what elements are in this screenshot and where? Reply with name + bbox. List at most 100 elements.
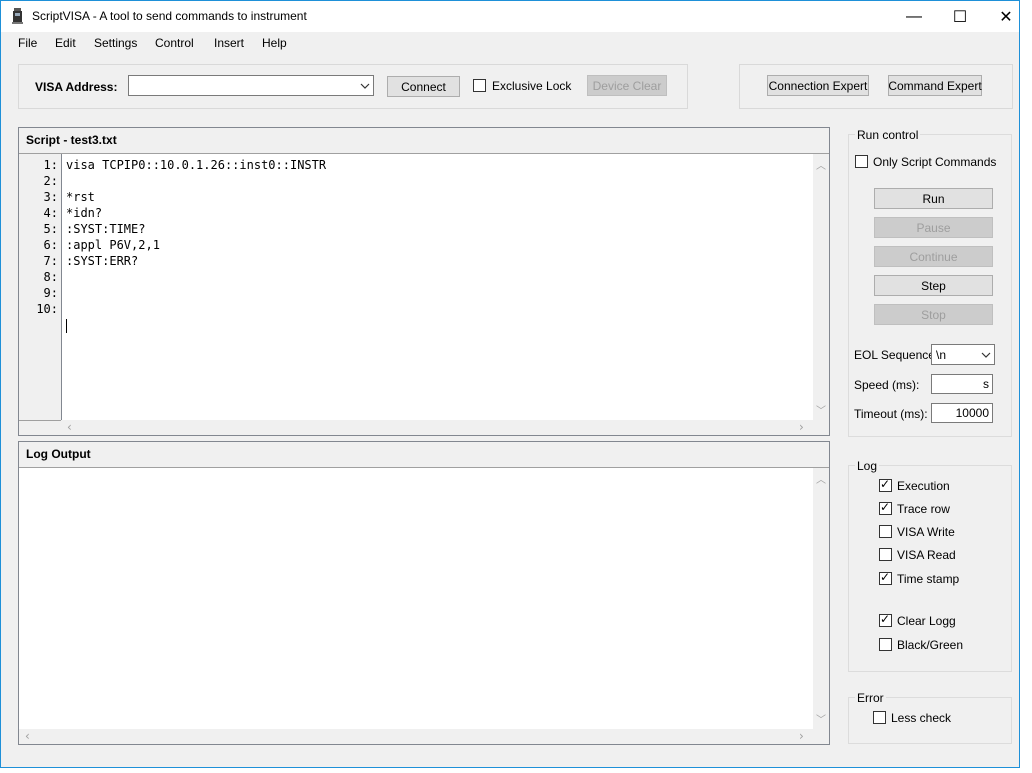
script-title: Script - test3.txt — [26, 133, 117, 147]
arrow-left-icon[interactable]: ‹ — [25, 729, 30, 743]
script-line — [66, 301, 813, 317]
line-number: 2: — [43, 174, 58, 188]
speed-input[interactable]: s — [931, 374, 993, 394]
step-button[interactable]: Step — [874, 275, 993, 296]
less-check-label: Less check — [891, 711, 952, 725]
script-horizontal-scrollbar[interactable]: ‹ › — [61, 420, 813, 435]
arrow-right-icon[interactable]: › — [799, 420, 804, 434]
app-window: ScriptVISA - A tool to send commands to … — [0, 0, 1020, 768]
eol-sequence-select[interactable]: \n — [931, 344, 995, 365]
clear-logg-label: Clear Logg — [897, 614, 956, 628]
visa-read-checkbox[interactable] — [879, 548, 892, 561]
visa-address-combo[interactable] — [128, 75, 374, 96]
time-stamp-checkbox[interactable] — [879, 570, 892, 585]
line-number: 6: — [43, 238, 58, 252]
connection-panel: VISA Address: Connect Exclusive Lock Dev… — [18, 64, 688, 109]
timeout-input[interactable]: 10000 — [931, 403, 993, 423]
arrow-down-icon[interactable]: ﹀ — [816, 402, 826, 417]
script-line — [66, 173, 813, 189]
error-group-title: Error — [855, 691, 886, 705]
less-check-checkbox[interactable] — [873, 711, 886, 724]
time-stamp-label: Time stamp — [897, 572, 960, 586]
device-clear-button[interactable]: Device Clear — [587, 75, 667, 96]
trace-row-checkbox[interactable] — [879, 500, 892, 515]
error-group: Error Less check — [848, 691, 1012, 744]
script-panel: Script - test3.txt 1: 2: 3: 4: 5: 6: 7: … — [18, 127, 830, 436]
chevron-down-icon — [360, 80, 370, 94]
arrow-down-icon[interactable]: ﹀ — [816, 711, 826, 726]
only-script-commands-label: Only Script Commands — [873, 155, 997, 169]
log-output-title: Log Output — [26, 447, 91, 461]
line-number: 9: — [43, 286, 58, 300]
run-control-group: Run control Only Script Commands Run Pau… — [848, 128, 1012, 437]
log-horizontal-scrollbar[interactable]: ‹ › — [19, 729, 813, 744]
run-button[interactable]: Run — [874, 188, 993, 209]
line-number: 10: — [36, 302, 58, 316]
visa-write-checkbox[interactable] — [879, 525, 892, 538]
line-number: 3: — [43, 190, 58, 204]
trace-row-label: Trace row — [897, 502, 950, 516]
line-number: 5: — [43, 222, 58, 236]
script-line — [66, 285, 813, 301]
script-line — [66, 317, 813, 333]
gutter-footer — [19, 420, 61, 435]
pause-button[interactable]: Pause — [874, 217, 993, 238]
command-expert-button[interactable]: Command Expert — [888, 75, 982, 96]
eol-sequence-value: \n — [936, 348, 947, 362]
script-line: :appl P6V,2,1 — [66, 238, 160, 252]
menu-insert[interactable]: Insert — [214, 36, 244, 50]
line-number: 4: — [43, 206, 58, 220]
menu-control[interactable]: Control — [155, 36, 194, 50]
clear-logg-checkbox[interactable] — [879, 612, 892, 627]
menu-edit[interactable]: Edit — [55, 36, 76, 50]
execution-label: Execution — [897, 479, 950, 493]
visa-read-label: VISA Read — [897, 548, 956, 562]
minimize-button[interactable]: — — [891, 1, 937, 32]
line-number: 8: — [43, 270, 58, 284]
instrument-icon — [12, 8, 24, 24]
arrow-up-icon[interactable]: ︿ — [816, 471, 826, 486]
exclusive-lock-label: Exclusive Lock — [492, 79, 572, 93]
stop-button[interactable]: Stop — [874, 304, 993, 325]
menu-settings[interactable]: Settings — [94, 36, 137, 50]
connection-expert-button[interactable]: Connection Expert — [767, 75, 869, 96]
black-green-checkbox[interactable] — [879, 638, 892, 651]
menu-bar: File Edit Settings Control Insert Help — [1, 32, 1019, 56]
timeout-label: Timeout (ms): — [854, 407, 928, 421]
speed-label: Speed (ms): — [854, 378, 920, 392]
script-editor[interactable]: visa TCPIP0::10.0.1.26::inst0::INSTR *rs… — [61, 154, 813, 420]
line-number-gutter: 1: 2: 3: 4: 5: 6: 7: 8: 9: 10: — [19, 154, 61, 420]
close-button[interactable]: ✕ — [983, 1, 1029, 32]
script-line: :SYST:ERR? — [66, 254, 139, 268]
script-line: :SYST:TIME? — [66, 222, 146, 236]
continue-button[interactable]: Continue — [874, 246, 993, 267]
connect-button[interactable]: Connect — [387, 76, 460, 97]
log-vertical-scrollbar[interactable]: ︿ ﹀ — [813, 468, 829, 729]
visa-address-label: VISA Address: — [35, 80, 118, 94]
eol-sequence-label: EOL Sequence: — [854, 348, 939, 362]
only-script-commands-checkbox[interactable] — [855, 155, 868, 168]
line-number: 7: — [43, 254, 58, 268]
script-vertical-scrollbar[interactable]: ︿ ﹀ — [813, 154, 829, 420]
visa-write-label: VISA Write — [897, 525, 955, 539]
window-title: ScriptVISA - A tool to send commands to … — [32, 9, 307, 23]
menu-file[interactable]: File — [18, 36, 37, 50]
exclusive-lock-checkbox[interactable] — [473, 79, 486, 92]
log-group: Log Execution Trace row VISA Write VISA … — [848, 459, 1012, 672]
execution-checkbox[interactable] — [879, 477, 892, 492]
title-bar: ScriptVISA - A tool to send commands to … — [1, 1, 1019, 32]
script-line: *rst — [66, 190, 95, 204]
run-control-title: Run control — [855, 128, 921, 142]
script-line — [66, 269, 813, 285]
menu-help[interactable]: Help — [262, 36, 287, 50]
arrow-right-icon[interactable]: › — [799, 729, 804, 743]
maximize-button[interactable]: ☐ — [937, 1, 983, 32]
script-line: *idn? — [66, 206, 103, 220]
arrow-up-icon[interactable]: ︿ — [816, 157, 826, 172]
log-output-area[interactable] — [19, 468, 813, 729]
arrow-left-icon[interactable]: ‹ — [67, 420, 72, 434]
script-line: visa TCPIP0::10.0.1.26::inst0::INSTR — [66, 158, 327, 172]
text-caret — [66, 318, 67, 333]
expert-panel: Connection Expert Command Expert — [739, 64, 1013, 109]
log-group-title: Log — [855, 459, 880, 473]
